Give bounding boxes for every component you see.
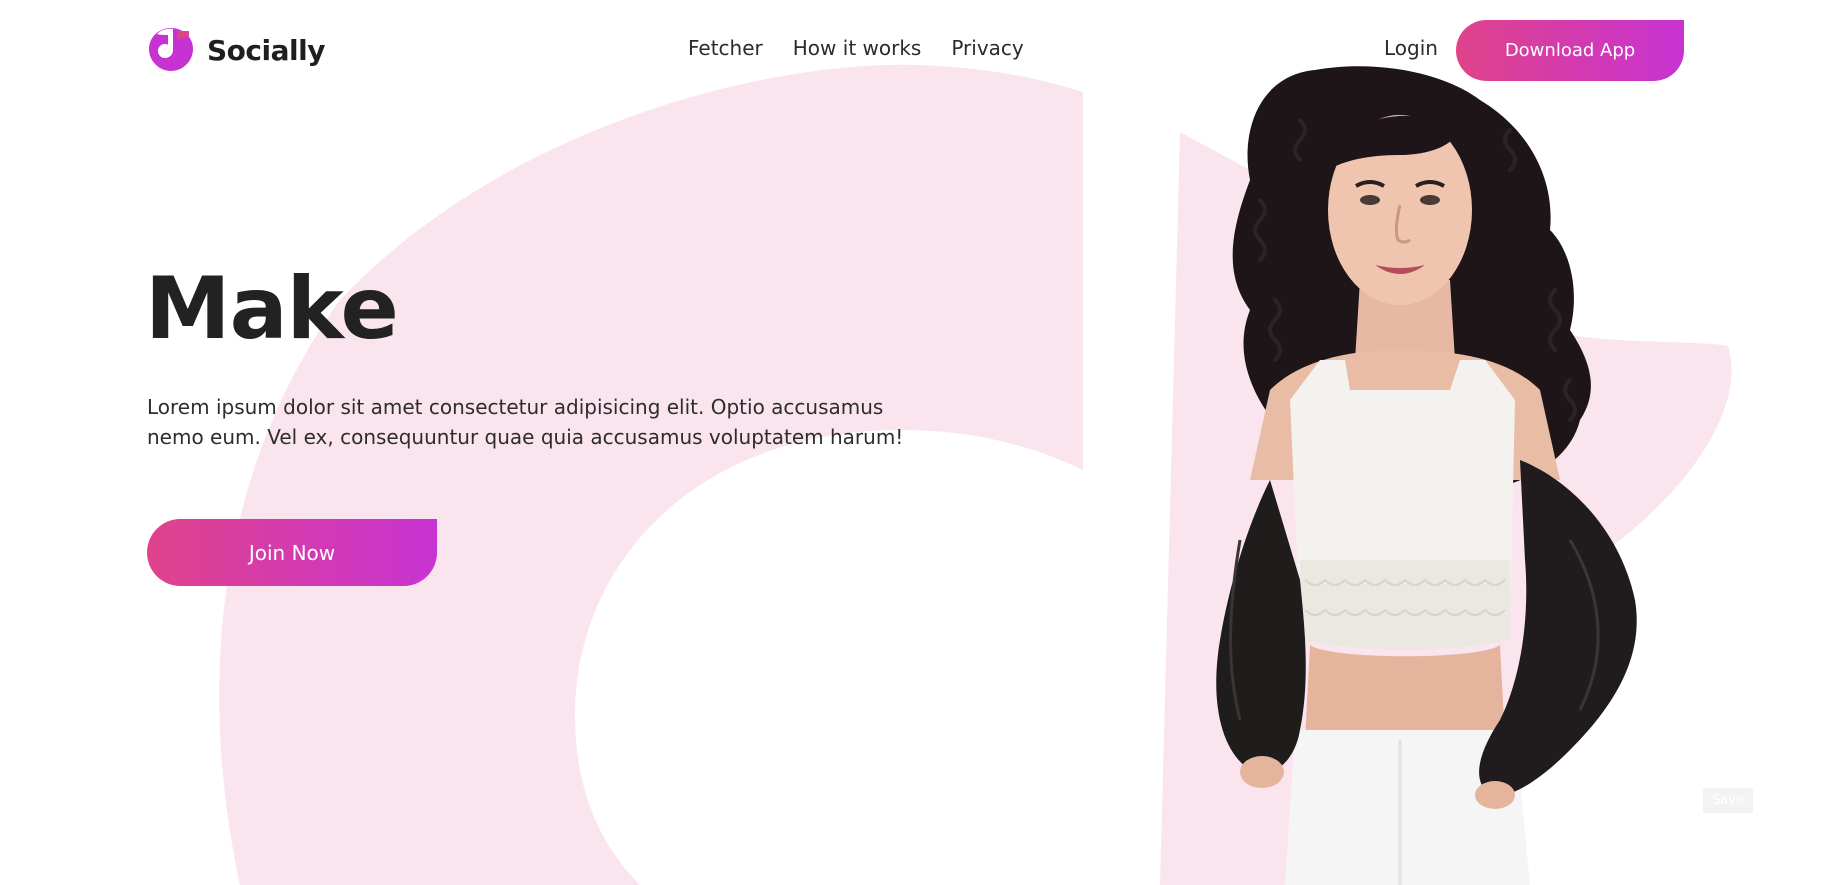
main-nav: Fetcher How it works Privacy xyxy=(688,36,1054,60)
hero-description: Lorem ipsum dolor sit amet consectetur a… xyxy=(147,395,904,449)
download-app-button[interactable]: Download App xyxy=(1456,20,1684,81)
hero-title: Make xyxy=(145,259,399,359)
join-now-button[interactable]: Join Now xyxy=(147,519,437,586)
nav-link-how-it-works[interactable]: How it works xyxy=(793,36,922,60)
music-note-logo-icon xyxy=(149,28,193,71)
brand-logo[interactable]: Socially xyxy=(147,28,325,72)
nav-link-privacy[interactable]: Privacy xyxy=(951,36,1023,60)
login-link[interactable]: Login xyxy=(1384,36,1438,60)
brand-name: Socially xyxy=(207,33,325,67)
save-button[interactable]: Save xyxy=(1703,788,1753,813)
hero-person-image xyxy=(1216,66,1637,885)
nav-link-fetcher[interactable]: Fetcher xyxy=(688,36,763,60)
